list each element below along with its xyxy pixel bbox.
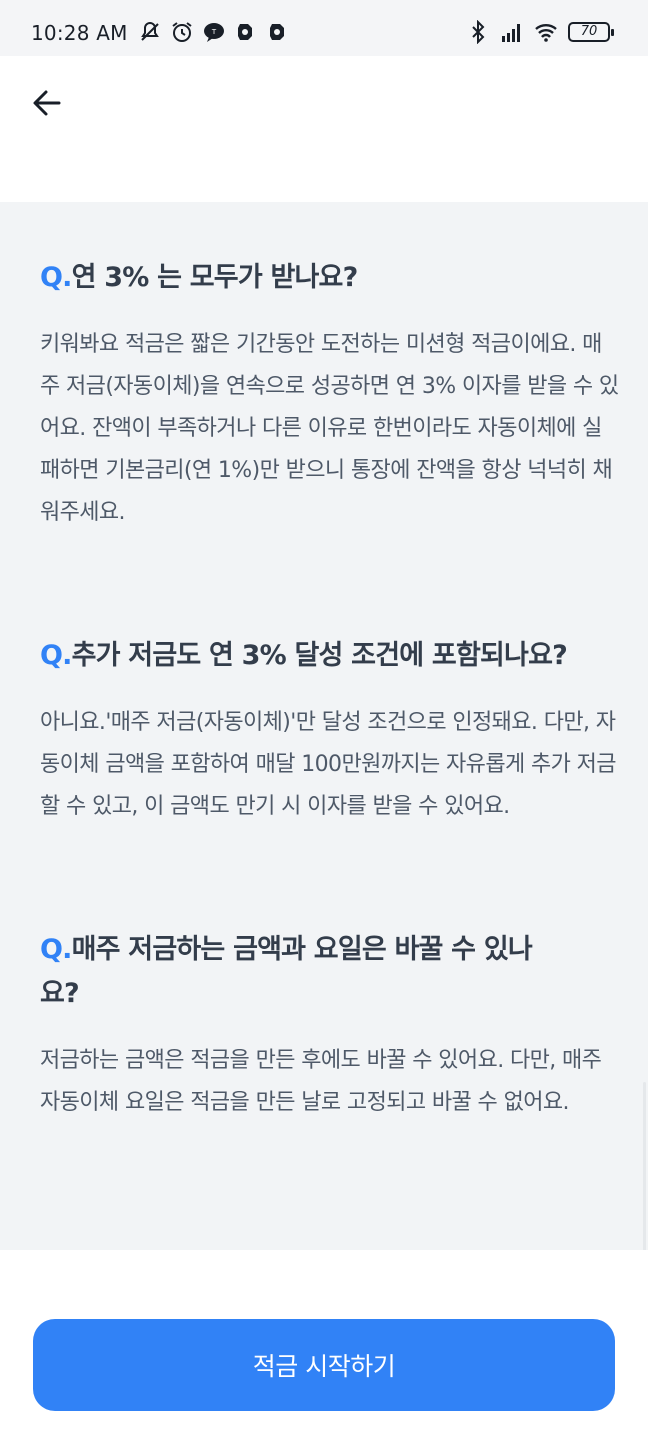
status-bar: 10:28 AM T 70 <box>0 0 648 56</box>
faq-question: Q.연 3% 는 모두가 받나요? <box>40 256 620 300</box>
talk-icon: T <box>204 23 224 42</box>
question-prefix: Q. <box>40 262 72 293</box>
question-text: 추가 저금도 연 3% 달성 조건에 포함되나요? <box>71 640 568 671</box>
faq-item: Q.추가 저금도 연 3% 달성 조건에 포함되나요? 아니요.'매주 저금(자… <box>40 634 620 828</box>
notification-icons: T <box>138 20 290 44</box>
faq-question: Q.매주 저금하는 금액과 요일은 바꿀 수 있나요? <box>40 928 540 1016</box>
faq-answer: 키워봐요 적금은 짧은 기간동안 도전하는 미션형 적금이에요. 매주 저금(자… <box>40 332 619 525</box>
svg-text:T: T <box>211 28 217 36</box>
question-prefix: Q. <box>40 640 72 671</box>
system-icons: 70 <box>466 20 614 44</box>
faq-question: Q.추가 저금도 연 3% 달성 조건에 포함되나요? <box>40 634 620 678</box>
app-header <box>0 56 648 202</box>
start-savings-button[interactable]: 적금 시작하기 <box>33 1319 615 1411</box>
question-prefix: Q. <box>40 934 72 965</box>
alarm-icon <box>172 22 192 42</box>
back-button[interactable] <box>24 80 70 126</box>
bottom-bar: 적금 시작하기 <box>0 1250 648 1440</box>
wifi-icon <box>535 24 557 42</box>
faq-item: Q.매주 저금하는 금액과 요일은 바꿀 수 있나요? 저금하는 금액은 적금을… <box>40 928 602 1124</box>
faq-answer: 아니요.'매주 저금(자동이체)'만 달성 조건으로 인정돼요. 다만, 자동이… <box>40 710 617 819</box>
app-icon <box>270 24 284 40</box>
mute-icon <box>141 21 159 41</box>
signal-icon <box>502 24 520 42</box>
status-time: 10:28 AM <box>31 21 128 45</box>
faq-answer: 저금하는 금액은 적금을 만든 후에도 바꿀 수 있어요. 다만, 매주 자동이… <box>40 1048 602 1115</box>
bluetooth-icon <box>472 20 485 44</box>
app-icon <box>238 24 252 40</box>
question-text: 연 3% 는 모두가 받나요? <box>71 262 359 293</box>
question-text: 매주 저금하는 금액과 요일은 바꿀 수 있나요? <box>40 934 533 1009</box>
battery-indicator: 70 <box>568 22 614 42</box>
arrow-left-icon <box>33 90 61 116</box>
faq-item: Q.연 3% 는 모두가 받나요? 키워봐요 적금은 짧은 기간동안 도전하는 … <box>40 256 620 534</box>
faq-section: Q.연 3% 는 모두가 받나요? 키워봐요 적금은 짧은 기간동안 도전하는 … <box>0 202 648 1250</box>
